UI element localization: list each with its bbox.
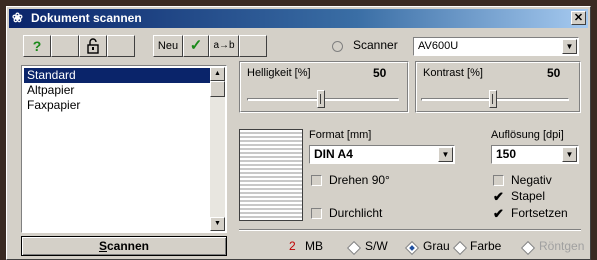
- scanner-label: Scanner: [353, 38, 398, 52]
- profile-item-altpapier[interactable]: Altpapier: [24, 83, 213, 98]
- format-select[interactable]: DIN A4 ▼: [309, 145, 455, 164]
- scanner-app-icon: ❀: [12, 10, 23, 25]
- new-button[interactable]: Neu: [153, 35, 183, 57]
- mode-radio-color[interactable]: [452, 240, 468, 256]
- resolution-value: 150: [496, 147, 517, 161]
- lock-icon: [87, 38, 99, 54]
- resolution-select[interactable]: 150 ▼: [491, 145, 579, 164]
- checkmark-icon: ✓: [189, 37, 203, 54]
- resolution-label: Auflösung [dpi]: [491, 129, 564, 141]
- resolution-chevron-down-icon[interactable]: ▼: [562, 147, 577, 162]
- stack-checkbox[interactable]: ✔: [493, 190, 504, 203]
- size-value: 2: [289, 239, 296, 253]
- chevron-down-icon[interactable]: ▼: [562, 39, 577, 54]
- empty-tool-button-1[interactable]: [51, 35, 79, 57]
- transmitted-label: Durchlicht: [329, 206, 383, 220]
- help-icon: ?: [32, 38, 42, 54]
- scroll-down-icon[interactable]: ▼: [210, 217, 225, 231]
- brightness-slider-thumb[interactable]: [317, 90, 325, 108]
- profile-item-faxpapier[interactable]: Faxpapier: [24, 98, 213, 113]
- rotate-label: Drehen 90°: [329, 173, 390, 187]
- size-unit: MB: [305, 239, 323, 253]
- scanner-radio[interactable]: [332, 41, 343, 52]
- empty-tool-button-2[interactable]: [107, 35, 135, 57]
- ok-button[interactable]: ✓: [183, 35, 209, 57]
- help-button[interactable]: ?: [23, 35, 51, 57]
- mode-label-xray: Röntgen: [539, 239, 585, 253]
- format-value: DIN A4: [314, 147, 353, 161]
- scan-dialog: ❀ Dokument scannen ✕ ? Neu ✓ a→b Scanner…: [6, 6, 591, 260]
- rename-button[interactable]: a→b: [209, 35, 239, 57]
- contrast-slider-thumb[interactable]: [489, 90, 497, 108]
- negative-checkbox[interactable]: [493, 175, 504, 186]
- lock-button[interactable]: [79, 35, 107, 57]
- scanner-value: AV600U: [418, 40, 459, 52]
- scan-button-label: cannen: [107, 239, 150, 253]
- continue-label: Fortsetzen: [511, 206, 568, 220]
- profile-list-scrollbar[interactable]: ▲ ▼: [210, 67, 225, 231]
- scanner-select[interactable]: AV600U ▼: [413, 37, 579, 56]
- separator: [239, 229, 581, 231]
- mode-label-bw: S/W: [365, 239, 388, 253]
- brightness-value: 50: [373, 66, 387, 80]
- format-label: Format [mm]: [309, 129, 372, 141]
- contrast-value: 50: [547, 66, 561, 80]
- format-chevron-down-icon[interactable]: ▼: [438, 147, 453, 162]
- window-title: Dokument scannen: [31, 11, 142, 25]
- page-preview: [239, 129, 303, 221]
- transmitted-checkbox[interactable]: [311, 208, 322, 219]
- title-bar[interactable]: ❀ Dokument scannen ✕: [9, 9, 588, 28]
- mode-label-gray: Grau: [423, 239, 450, 253]
- contrast-label: Kontrast [%]: [423, 67, 483, 79]
- scan-button[interactable]: Scannen: [21, 236, 227, 256]
- scroll-thumb[interactable]: [210, 81, 225, 97]
- profile-list[interactable]: Standard Altpapier Faxpapier ▲ ▼: [21, 65, 227, 233]
- brightness-label: Helligkeit [%]: [247, 67, 311, 79]
- mode-radio-bw[interactable]: [346, 240, 362, 256]
- scroll-up-icon[interactable]: ▲: [210, 67, 225, 81]
- stack-label: Stapel: [511, 189, 546, 203]
- mode-radio-gray[interactable]: [404, 240, 420, 256]
- negative-label: Negativ: [511, 173, 552, 187]
- scan-button-accesskey: S: [98, 239, 107, 253]
- profile-item-standard[interactable]: Standard: [24, 68, 213, 83]
- mode-label-color: Farbe: [470, 239, 502, 253]
- empty-tool-button-3[interactable]: [239, 35, 267, 57]
- continue-checkbox[interactable]: ✔: [493, 207, 504, 220]
- close-button[interactable]: ✕: [571, 11, 586, 25]
- mode-radio-xray[interactable]: [520, 240, 536, 256]
- rotate-checkbox[interactable]: [311, 175, 322, 186]
